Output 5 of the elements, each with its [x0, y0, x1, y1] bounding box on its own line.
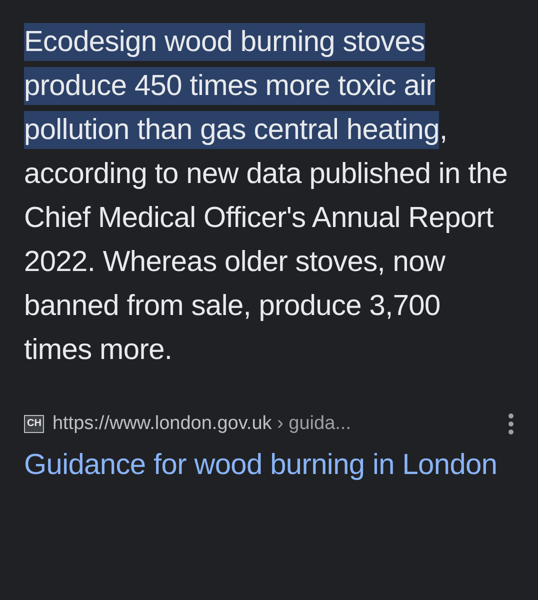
snippet-text: Ecodesign wood burning stoves produce 450 times more toxic air pollution than gas central heating, according to new data published in the Chief Medical Officer's Annual Report 2022. Whereas older stoves, now banned from sale, produce 3,700 times more.: [24, 20, 514, 372]
source-url[interactable]: https://www.london.gov.uk › guida...: [52, 410, 351, 438]
favicon: CH: [24, 415, 44, 434]
result-title-link[interactable]: Guidance for wood burning in London: [24, 444, 514, 486]
more-options-icon[interactable]: [508, 413, 514, 436]
